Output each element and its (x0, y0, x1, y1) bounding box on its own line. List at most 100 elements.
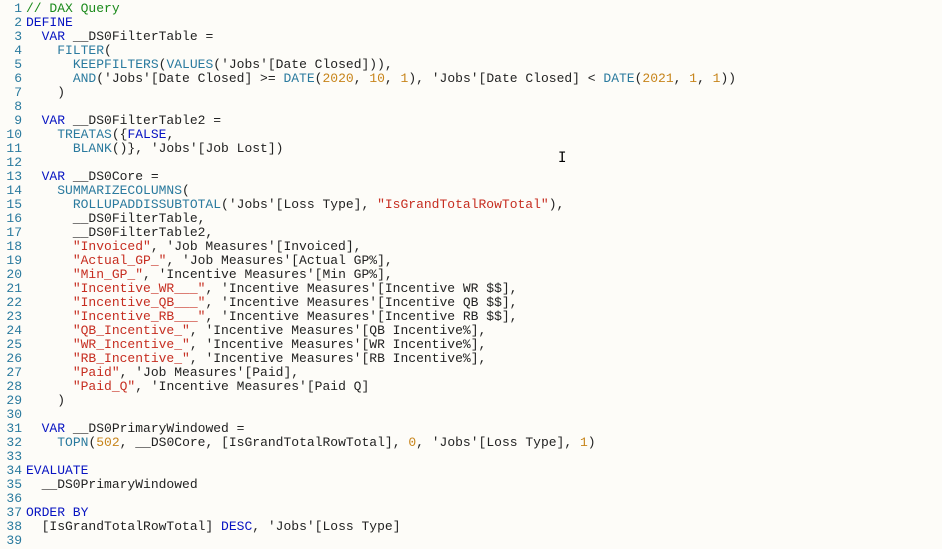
code-line[interactable]: AND('Jobs'[Date Closed] >= DATE(2020, 10… (26, 72, 942, 86)
code-line[interactable]: VAR __DS0Core = (26, 170, 942, 184)
code-token: VAR (42, 113, 65, 128)
code-line[interactable]: "Paid", 'Job Measures'[Paid], (26, 366, 942, 380)
code-line[interactable]: __DS0FilterTable, (26, 212, 942, 226)
line-number: 11 (0, 142, 22, 156)
code-token (26, 253, 73, 268)
code-token: __DS0PrimaryWindowed = (65, 421, 244, 436)
code-token: "Actual_GP_" (73, 253, 167, 268)
line-number: 14 (0, 184, 22, 198)
code-editor[interactable]: 1234567891011121314151617181920212223242… (0, 0, 942, 548)
line-number: 20 (0, 268, 22, 282)
code-token: , 'Incentive Measures'[Incentive WR $$], (205, 281, 517, 296)
line-number: 37 (0, 506, 22, 520)
line-number: 38 (0, 520, 22, 534)
code-token (26, 337, 73, 352)
code-token: , __DS0Core, [IsGrandTotalRowTotal], (120, 435, 409, 450)
code-token: FILTER (57, 43, 104, 58)
line-number: 16 (0, 212, 22, 226)
code-token: "WR_Incentive_" (73, 337, 190, 352)
line-number: 31 (0, 422, 22, 436)
code-token: , (354, 71, 370, 86)
code-line[interactable] (26, 100, 942, 114)
code-line[interactable]: "WR_Incentive_", 'Incentive Measures'[WR… (26, 338, 942, 352)
code-line[interactable]: KEEPFILTERS(VALUES('Jobs'[Date Closed]))… (26, 58, 942, 72)
code-line[interactable]: TREATAS({FALSE, (26, 128, 942, 142)
code-line[interactable]: VAR __DS0PrimaryWindowed = (26, 422, 942, 436)
code-token: 1 (580, 435, 588, 450)
code-token: VALUES (166, 57, 213, 72)
code-line[interactable]: ) (26, 86, 942, 100)
code-line[interactable] (26, 492, 942, 506)
line-number: 30 (0, 408, 22, 422)
code-line[interactable]: "Incentive_WR___", 'Incentive Measures'[… (26, 282, 942, 296)
code-line[interactable]: DEFINE (26, 16, 942, 30)
code-line[interactable]: "Paid_Q", 'Incentive Measures'[Paid Q] (26, 380, 942, 394)
code-line[interactable]: VAR __DS0FilterTable = (26, 30, 942, 44)
code-area[interactable]: // DAX QueryDEFINE VAR __DS0FilterTable … (26, 2, 942, 548)
line-number: 26 (0, 352, 22, 366)
code-line[interactable]: "Incentive_RB___", 'Incentive Measures'[… (26, 310, 942, 324)
code-line[interactable]: "QB_Incentive_", 'Incentive Measures'[QB… (26, 324, 942, 338)
code-line[interactable]: "Min_GP_", 'Incentive Measures'[Min GP%]… (26, 268, 942, 282)
code-token: [IsGrandTotalRowTotal] (26, 519, 221, 534)
line-number: 25 (0, 338, 22, 352)
code-token: __DS0FilterTable, (26, 211, 205, 226)
code-line[interactable]: ROLLUPADDISSUBTOTAL('Jobs'[Loss Type], "… (26, 198, 942, 212)
code-token (26, 309, 73, 324)
line-number: 6 (0, 72, 22, 86)
code-token: "Invoiced" (73, 239, 151, 254)
code-line[interactable]: SUMMARIZECOLUMNS( (26, 184, 942, 198)
code-token (26, 323, 73, 338)
code-line[interactable]: FILTER( (26, 44, 942, 58)
code-token (26, 29, 42, 44)
code-token (26, 127, 57, 142)
line-number: 2 (0, 16, 22, 30)
code-token: )) (720, 71, 736, 86)
code-token (26, 379, 73, 394)
code-line[interactable]: BLANK()}, 'Jobs'[Job Lost]) (26, 142, 942, 156)
code-token: , (674, 71, 690, 86)
code-token: ('Jobs'[Date Closed] >= (96, 71, 283, 86)
code-line[interactable] (26, 156, 942, 170)
code-token: "IsGrandTotalRowTotal" (377, 197, 549, 212)
code-token: __DS0Core = (65, 169, 159, 184)
code-line[interactable]: "RB_Incentive_", 'Incentive Measures'[RB… (26, 352, 942, 366)
code-token: 10 (369, 71, 385, 86)
code-token: "Min_GP_" (73, 267, 143, 282)
code-line[interactable]: "Incentive_QB___", 'Incentive Measures'[… (26, 296, 942, 310)
code-token: , (697, 71, 713, 86)
code-token (26, 141, 73, 156)
code-token (26, 197, 73, 212)
line-number: 27 (0, 366, 22, 380)
code-token: SUMMARIZECOLUMNS (57, 183, 182, 198)
code-token (26, 421, 42, 436)
code-line[interactable]: TOPN(502, __DS0Core, [IsGrandTotalRowTot… (26, 436, 942, 450)
code-line[interactable]: [IsGrandTotalRowTotal] DESC, 'Jobs'[Loss… (26, 520, 942, 534)
code-line[interactable] (26, 534, 942, 548)
code-line[interactable] (26, 450, 942, 464)
line-number: 28 (0, 380, 22, 394)
code-line[interactable]: ORDER BY (26, 506, 942, 520)
code-line[interactable]: ) (26, 394, 942, 408)
code-token: VAR (42, 29, 65, 44)
line-number: 19 (0, 254, 22, 268)
code-token: KEEPFILTERS (73, 57, 159, 72)
code-token: "Paid" (73, 365, 120, 380)
code-line[interactable]: __DS0FilterTable2, (26, 226, 942, 240)
code-token (26, 57, 73, 72)
code-line[interactable]: VAR __DS0FilterTable2 = (26, 114, 942, 128)
code-token: , 'Jobs'[Loss Type], (416, 435, 580, 450)
line-number: 23 (0, 310, 22, 324)
code-token (26, 183, 57, 198)
line-number: 15 (0, 198, 22, 212)
code-line[interactable]: // DAX Query (26, 2, 942, 16)
code-line[interactable]: "Invoiced", 'Job Measures'[Invoiced], (26, 240, 942, 254)
code-token: VAR (42, 421, 65, 436)
line-number: 18 (0, 240, 22, 254)
code-line[interactable] (26, 408, 942, 422)
code-line[interactable]: "Actual_GP_", 'Job Measures'[Actual GP%]… (26, 254, 942, 268)
code-token: DEFINE (26, 15, 73, 30)
code-line[interactable]: EVALUATE (26, 464, 942, 478)
code-line[interactable]: __DS0PrimaryWindowed (26, 478, 942, 492)
code-token: ( (104, 43, 112, 58)
